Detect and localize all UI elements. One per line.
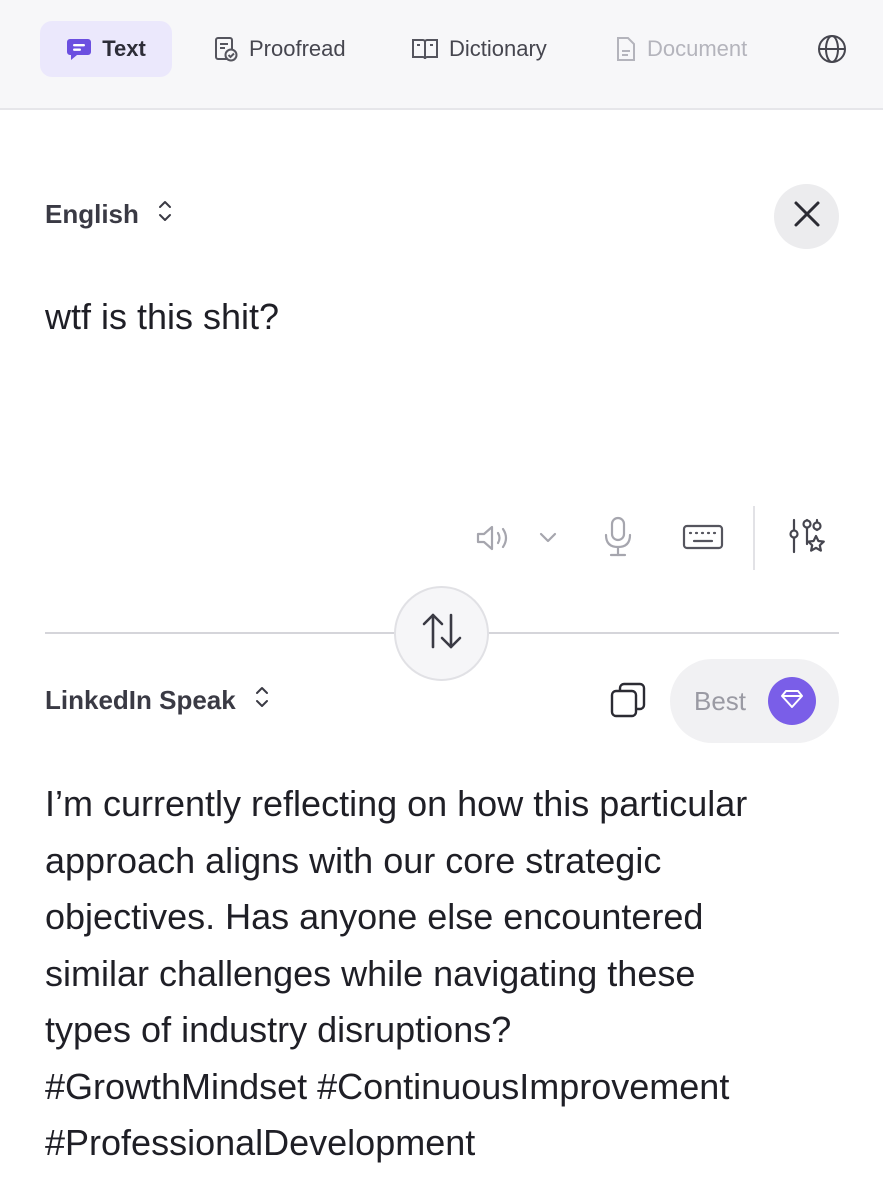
quality-label: Best [694,685,747,716]
tab-proofread[interactable]: Proofread [213,21,346,77]
document-icon [615,35,637,63]
close-icon [793,200,821,233]
tab-label: Document [647,36,748,61]
tab-label: Proofread [249,36,346,61]
proofread-icon [213,35,239,63]
language-globe-button[interactable] [816,21,848,77]
copy-button[interactable] [606,680,650,724]
sliders-star-icon [785,516,827,563]
mode-tab-bar: Text Proofread Dictionary Document [0,0,883,110]
tab-dictionary[interactable]: Dictionary [411,21,547,77]
quality-mode-toggle[interactable]: Best [670,659,839,743]
chat-bubble-icon [66,36,92,62]
tab-text[interactable]: Text [40,21,172,77]
target-language-selector[interactable]: LinkedIn Speak [45,684,270,717]
toolbar-divider [753,506,755,570]
speaker-icon [474,522,514,559]
voice-options-dropdown[interactable] [536,527,560,551]
output-line: #GrowthMindset #ContinuousImprovement [45,1065,730,1107]
keyboard-button[interactable] [682,524,724,554]
source-text-input[interactable]: wtf is this shit? [45,296,279,338]
copy-icon [608,680,648,725]
output-line: types of industry disruptions? [45,1009,512,1050]
source-language-label: English [45,199,139,229]
microphone-icon [601,515,635,564]
translated-output: I’m currently reflecting on how this par… [45,776,845,1172]
chevron-up-down-icon [254,684,270,717]
source-language-selector[interactable]: English [45,198,173,231]
output-line: I’m currently reflecting on how this par… [45,783,748,824]
swap-languages-button[interactable] [394,586,489,681]
keyboard-icon [682,523,724,556]
globe-icon [816,33,848,65]
clear-button[interactable] [774,184,839,249]
diamond-badge [768,677,817,725]
speak-button[interactable] [474,520,514,560]
chevron-up-down-icon [157,198,173,231]
chevron-down-icon [538,530,558,548]
book-icon [411,36,439,62]
tab-label: Text [102,36,146,61]
tab-label: Dictionary [449,36,547,61]
tab-document[interactable]: Document [615,21,747,77]
output-line: approach aligns with our core strategic [45,839,662,881]
output-line: objectives. Has anyone else encountered [45,896,704,937]
diamond-icon [780,686,804,717]
microphone-button[interactable] [600,516,636,562]
swap-arrows-icon [418,611,466,656]
target-language-label: LinkedIn Speak [45,685,236,715]
output-line: #ProfessionalDevelopment [45,1122,476,1163]
settings-button[interactable] [785,518,827,560]
output-line: similar challenges while navigating thes… [45,952,696,994]
